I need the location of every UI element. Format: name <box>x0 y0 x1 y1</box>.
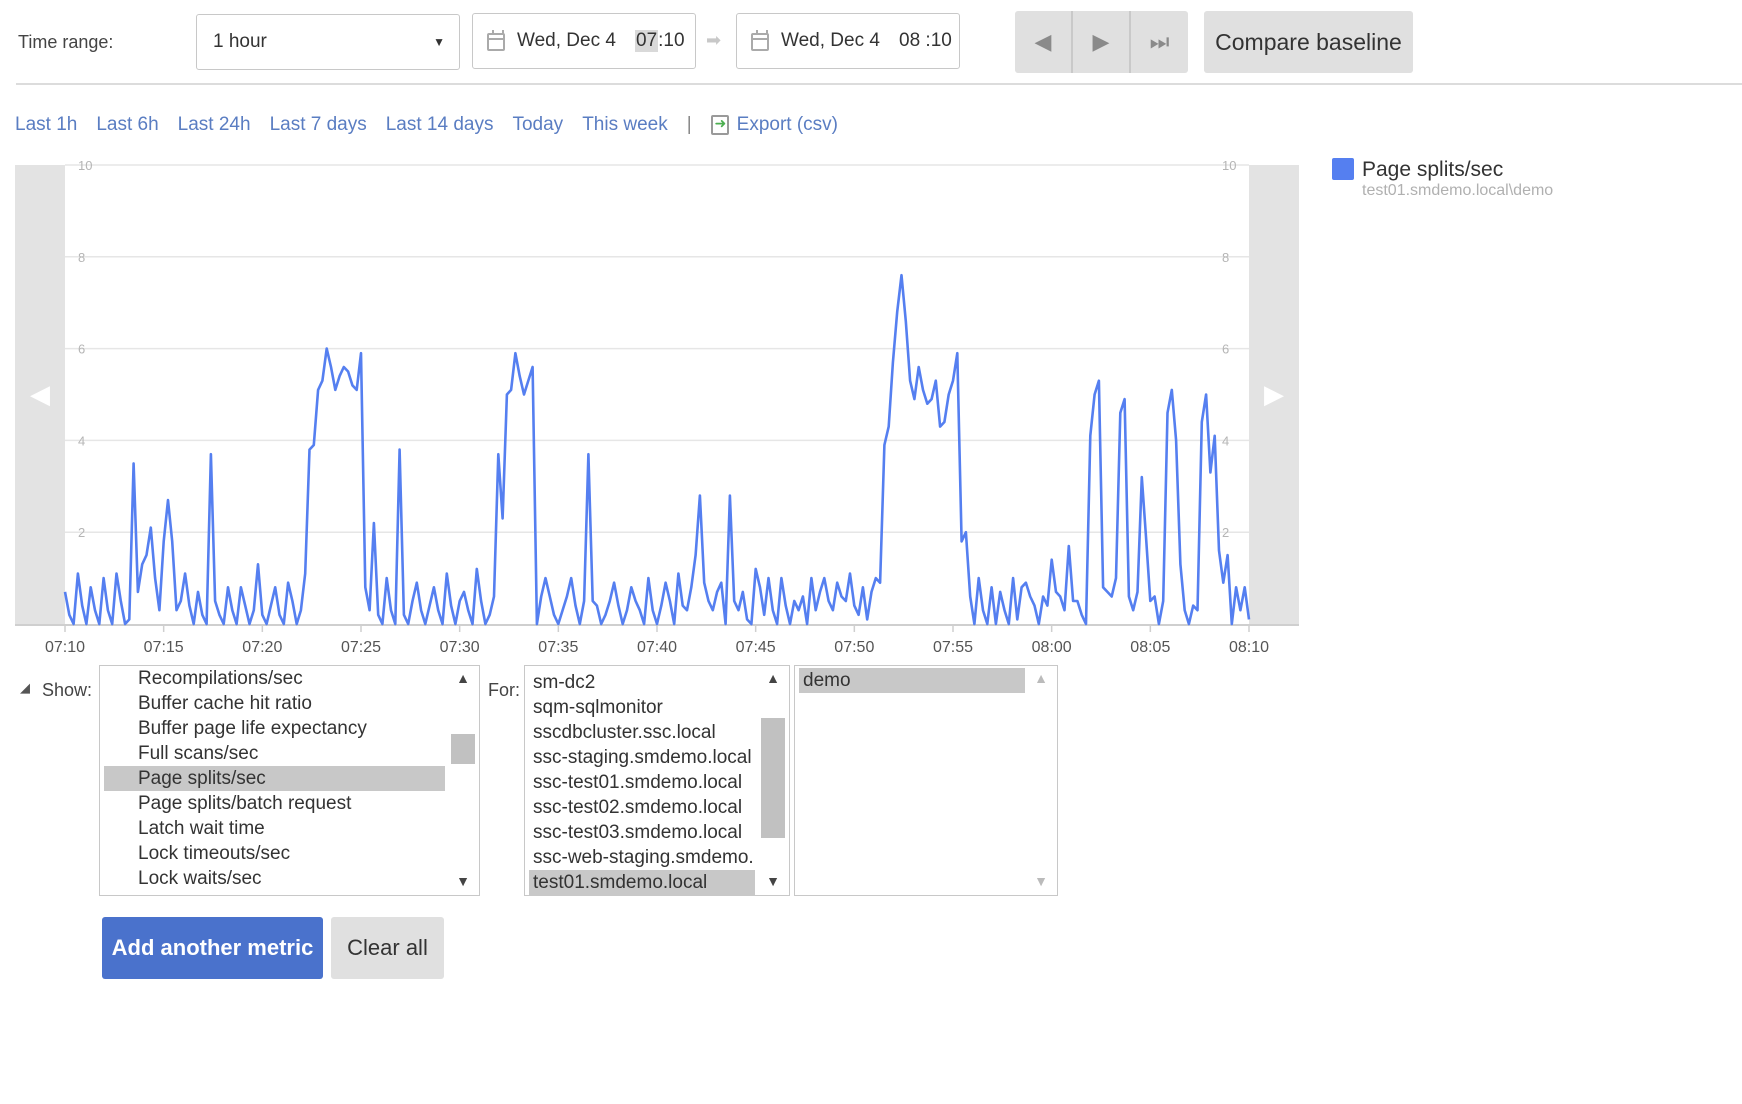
x-tick-label: 07:15 <box>144 639 184 656</box>
scroll-thumb[interactable] <box>451 734 475 764</box>
y-tick-label-right: 10 <box>1222 158 1236 173</box>
x-tick-label: 07:35 <box>538 639 578 656</box>
metric-list-item[interactable]: Buffer cache hit ratio <box>104 691 445 716</box>
x-tick-label: 08:00 <box>1032 639 1072 656</box>
x-tick-label: 07:50 <box>834 639 874 656</box>
scroll-down-icon[interactable]: ▼ <box>1029 873 1053 889</box>
metric-list-item[interactable]: Page splits/sec <box>104 766 445 791</box>
y-tick-label-left: 2 <box>78 525 85 540</box>
x-tick-label: 08:05 <box>1130 639 1170 656</box>
y-tick-label-left: 8 <box>78 250 85 265</box>
legend-series-instance: test01.smdemo.local\demo <box>1362 182 1554 199</box>
y-tick-label-left: 4 <box>78 433 85 448</box>
server-list-item[interactable]: ssc-staging.smdemo.local <box>529 745 755 770</box>
server-list-item[interactable]: sscdbcluster.ssc.local <box>529 720 755 745</box>
add-another-metric-button[interactable]: Add another metric <box>102 917 323 979</box>
server-list-item[interactable]: ssc-test03.smdemo.local <box>529 820 755 845</box>
metric-list-item[interactable]: Buffer page life expectancy <box>104 716 445 741</box>
scroll-up-icon[interactable]: ▲ <box>451 670 475 686</box>
x-tick-label: 07:40 <box>637 639 677 656</box>
server-list-item[interactable]: test01.smdemo.local <box>529 870 755 895</box>
metric-list-item[interactable]: Lock waits/sec <box>104 866 445 891</box>
instance-listbox[interactable]: demo ▲ ▼ <box>794 665 1058 896</box>
instance-scrollbar[interactable]: ▲ ▼ <box>1029 666 1053 895</box>
server-list-item[interactable]: ssc-web-staging.smdemo.local <box>529 845 755 870</box>
scroll-up-icon[interactable]: ▲ <box>761 670 785 686</box>
metric-list-item[interactable]: Page splits/batch request <box>104 791 445 816</box>
collapse-triangle-icon[interactable]: ◢ <box>20 680 30 696</box>
line-chart: 10 8 6 4 2 10 8 6 4 2 07:10 07:15 07:20 07:25 07:30 0… <box>15 158 1299 656</box>
for-label: For: <box>488 680 521 700</box>
series-line-page-splits <box>63 273 1251 626</box>
y-tick-label-left: 10 <box>78 158 92 173</box>
y-tick-label-right: 6 <box>1222 342 1229 357</box>
x-tick-label: 07:30 <box>440 639 480 656</box>
metric-listbox[interactable]: Recompilations/sec Buffer cache hit ratio… <box>99 665 480 896</box>
server-listbox[interactable]: sm-dc2 sqm-sqlmonitor sscdbcluster.ssc.loc… <box>524 665 790 896</box>
x-tick-label: 07:20 <box>242 639 282 656</box>
show-label: Show: <box>42 680 93 700</box>
metric-list-item[interactable]: Lock timeouts/sec <box>104 841 445 866</box>
x-tick-label: 07:55 <box>933 639 973 656</box>
y-tick-label-right: 8 <box>1222 250 1229 265</box>
server-list-item[interactable]: sm-dc2 <box>529 670 755 695</box>
instance-list-item[interactable]: demo <box>799 668 1025 693</box>
clear-all-button[interactable]: Clear all <box>331 917 444 979</box>
server-scrollbar[interactable]: ▲ ▼ <box>761 666 785 895</box>
legend-series-name[interactable]: Page splits/sec <box>1362 158 1503 182</box>
x-tick-label: 07:10 <box>45 639 85 656</box>
metric-list-item[interactable]: Full scans/sec <box>104 741 445 766</box>
x-tick-label: 08:10 <box>1229 639 1269 656</box>
scroll-down-icon[interactable]: ▼ <box>451 873 475 889</box>
server-list-item[interactable]: ssc-test01.smdemo.local <box>529 770 755 795</box>
metric-list-item[interactable]: Recompilations/sec <box>104 666 445 691</box>
y-tick-label-left: 6 <box>78 342 85 357</box>
x-tick-label: 07:25 <box>341 639 381 656</box>
server-list-item[interactable]: sqm-sqlmonitor <box>529 695 755 720</box>
metric-list-item[interactable]: Latch wait time <box>104 816 445 841</box>
scroll-thumb[interactable] <box>761 718 785 838</box>
legend-swatch <box>1332 158 1354 180</box>
server-list-item[interactable]: ssc-test02.smdemo.local <box>529 795 755 820</box>
y-tick-label-right: 2 <box>1222 525 1229 540</box>
y-tick-label-right: 4 <box>1222 433 1229 448</box>
scroll-up-icon[interactable]: ▲ <box>1029 670 1053 686</box>
metric-scrollbar[interactable]: ▲ ▼ <box>451 666 475 895</box>
x-tick-label: 07:45 <box>736 639 776 656</box>
scroll-down-icon[interactable]: ▼ <box>761 873 785 889</box>
